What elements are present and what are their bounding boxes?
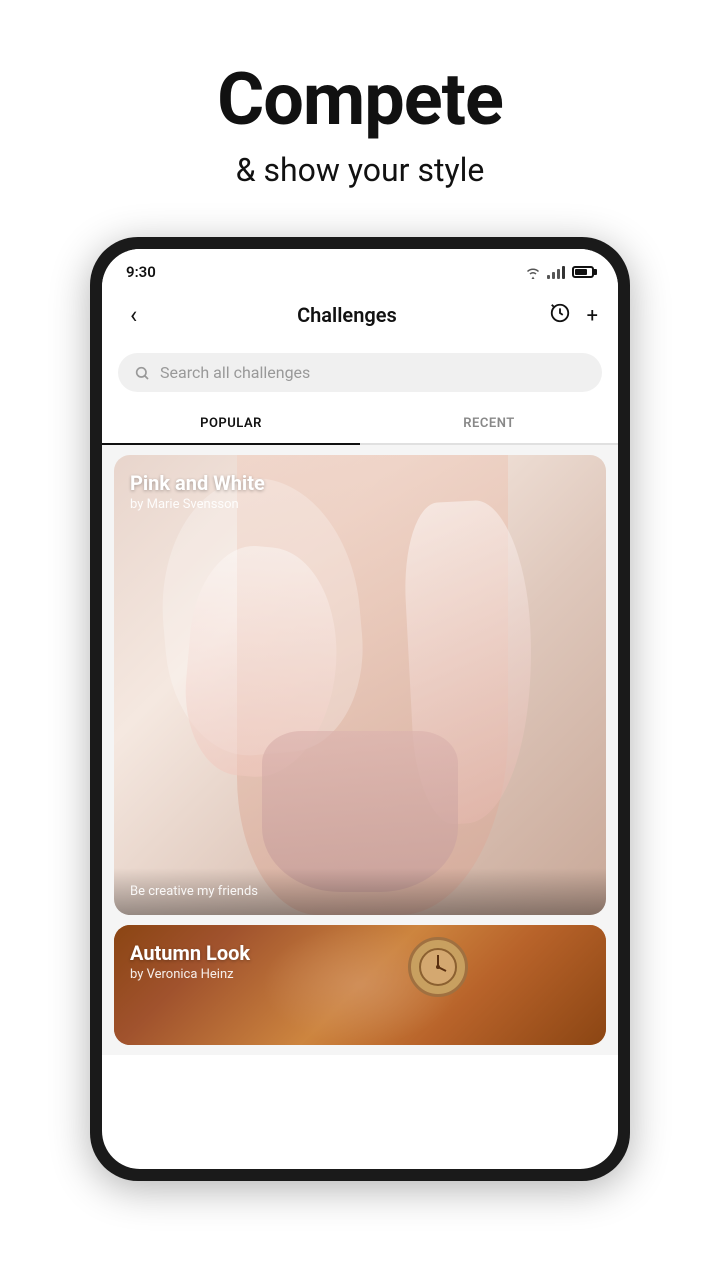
wifi-icon	[524, 266, 542, 279]
promo-title: Compete	[217, 60, 503, 139]
card-author-autumn: by Veronica Heinz	[130, 967, 590, 982]
search-bar[interactable]: Search all challenges	[118, 353, 602, 392]
nav-title: Challenges	[297, 303, 397, 327]
add-icon[interactable]: +	[587, 303, 598, 327]
card-pink-and-white[interactable]: Pink and White by Marie Svensson Be crea…	[114, 455, 606, 915]
promo-subtitle: & show your style	[217, 151, 503, 189]
search-icon	[134, 365, 150, 381]
phone-frame: 9:30	[90, 237, 630, 1181]
cards-container: Pink and White by Marie Svensson Be crea…	[102, 445, 618, 1055]
card-top-info-autumn: Autumn Look by Veronica Heinz	[114, 925, 606, 998]
promo-header: Compete & show your style	[217, 60, 503, 189]
tabs-container: POPULAR RECENT	[102, 404, 618, 445]
card-title-autumn: Autumn Look	[130, 941, 590, 965]
card-top-info-pink: Pink and White by Marie Svensson	[114, 455, 606, 528]
search-container: Search all challenges	[102, 345, 618, 404]
status-bar: 9:30	[102, 249, 618, 289]
tab-recent[interactable]: RECENT	[360, 404, 618, 443]
nav-bar: ‹ Challenges +	[102, 289, 618, 345]
phone-screen: 9:30	[102, 249, 618, 1169]
card-autumn-look[interactable]: Autumn Look by Veronica Heinz	[114, 925, 606, 1045]
history-icon[interactable]	[549, 302, 571, 329]
card-description-pink: Be creative my friends	[130, 884, 590, 899]
tab-popular[interactable]: POPULAR	[102, 404, 360, 443]
status-time: 9:30	[126, 263, 156, 281]
signal-icon	[547, 265, 565, 279]
card-title-pink: Pink and White	[130, 471, 590, 495]
status-icons	[524, 265, 594, 279]
card-author-pink: by Marie Svensson	[130, 497, 590, 512]
search-placeholder: Search all challenges	[160, 363, 310, 382]
back-button[interactable]: ‹	[122, 297, 145, 333]
battery-icon	[572, 266, 594, 278]
card-overlay-pink: Be creative my friends	[114, 868, 606, 915]
nav-actions: +	[549, 302, 598, 329]
